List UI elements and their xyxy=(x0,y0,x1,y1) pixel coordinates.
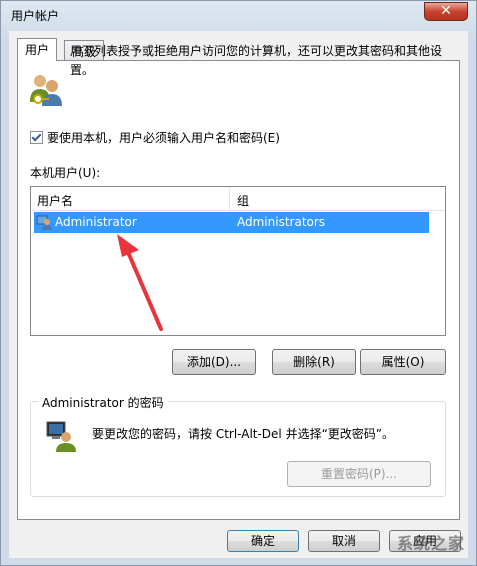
watermark: 系统之家 xyxy=(396,534,465,553)
tab-users[interactable]: 用户 xyxy=(17,38,58,61)
red-arrow xyxy=(117,234,163,331)
